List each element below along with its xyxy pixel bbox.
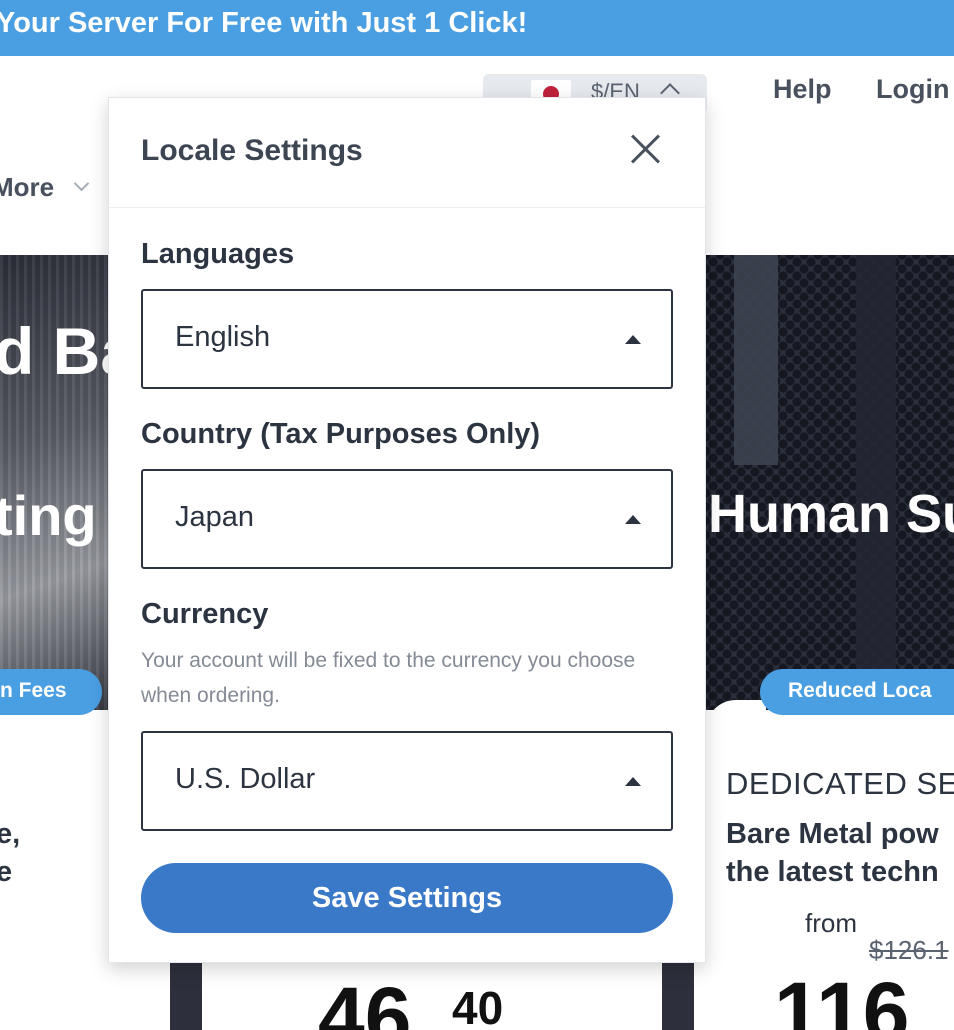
caret-up-icon [625, 777, 641, 786]
country-select[interactable]: Japan [141, 469, 673, 569]
languages-label: Languages [141, 238, 295, 270]
locale-settings-modal: Locale Settings Languages English Countr… [108, 97, 706, 963]
modal-title: Locale Settings [141, 134, 363, 167]
currency-select[interactable]: U.S. Dollar [141, 731, 673, 831]
old-price: $126.1 [869, 935, 949, 965]
promo-banner[interactable]: Your Server For Free with Just 1 Click! [0, 0, 954, 56]
nav-help-link[interactable]: Help [773, 74, 832, 105]
nav-login-link[interactable]: Login [876, 74, 949, 105]
dedicated-desc-line2: the latest techn [726, 856, 939, 888]
price-left: 46 [318, 970, 412, 1030]
dedicated-desc-line1: Bare Metal pow [726, 818, 939, 850]
reduced-badge: Reduced Loca [760, 669, 954, 715]
hero-left-heading: d Ba [0, 314, 108, 388]
left-card-text-line2: e [0, 856, 13, 888]
promo-banner-text: Your Server For Free with Just 1 Click! [0, 7, 528, 39]
caret-up-icon [625, 515, 641, 524]
hero-right-heading: Human Su [708, 484, 954, 544]
language-select[interactable]: English [141, 289, 673, 389]
price-right: 116 [774, 965, 910, 1030]
from-label: from [805, 908, 857, 938]
currency-hint: Your account will be fixed to the curren… [141, 649, 636, 707]
fees-badge: n Fees [0, 669, 102, 715]
chevron-down-icon [73, 175, 90, 192]
fees-badge-label: n Fees [0, 679, 67, 702]
hero-image-right: Human Su [706, 255, 954, 710]
reduced-badge-label: Reduced Loca [788, 679, 932, 702]
hero-left-subheading: ting [0, 484, 97, 547]
left-card-text-line1: e, [0, 818, 21, 850]
price-left-cents: 40 [452, 982, 504, 1030]
modal-header: Locale Settings [109, 98, 705, 208]
currency-select-value: U.S. Dollar [175, 763, 316, 795]
country-select-value: Japan [175, 501, 255, 533]
country-label: Country (Tax Purposes Only) [141, 418, 541, 450]
nav-more-menu[interactable]: More [0, 172, 54, 203]
language-select-value: English [175, 321, 271, 353]
hero-image-left: d Ba ting [0, 255, 108, 710]
close-icon[interactable] [627, 130, 665, 168]
caret-up-icon [625, 335, 641, 344]
card-divider-right [662, 960, 694, 1030]
dedicated-servers-title: DEDICATED SE [726, 766, 954, 801]
save-settings-button[interactable]: Save Settings [141, 863, 673, 933]
card-divider-left [170, 960, 202, 1030]
currency-label: Currency [141, 598, 269, 630]
